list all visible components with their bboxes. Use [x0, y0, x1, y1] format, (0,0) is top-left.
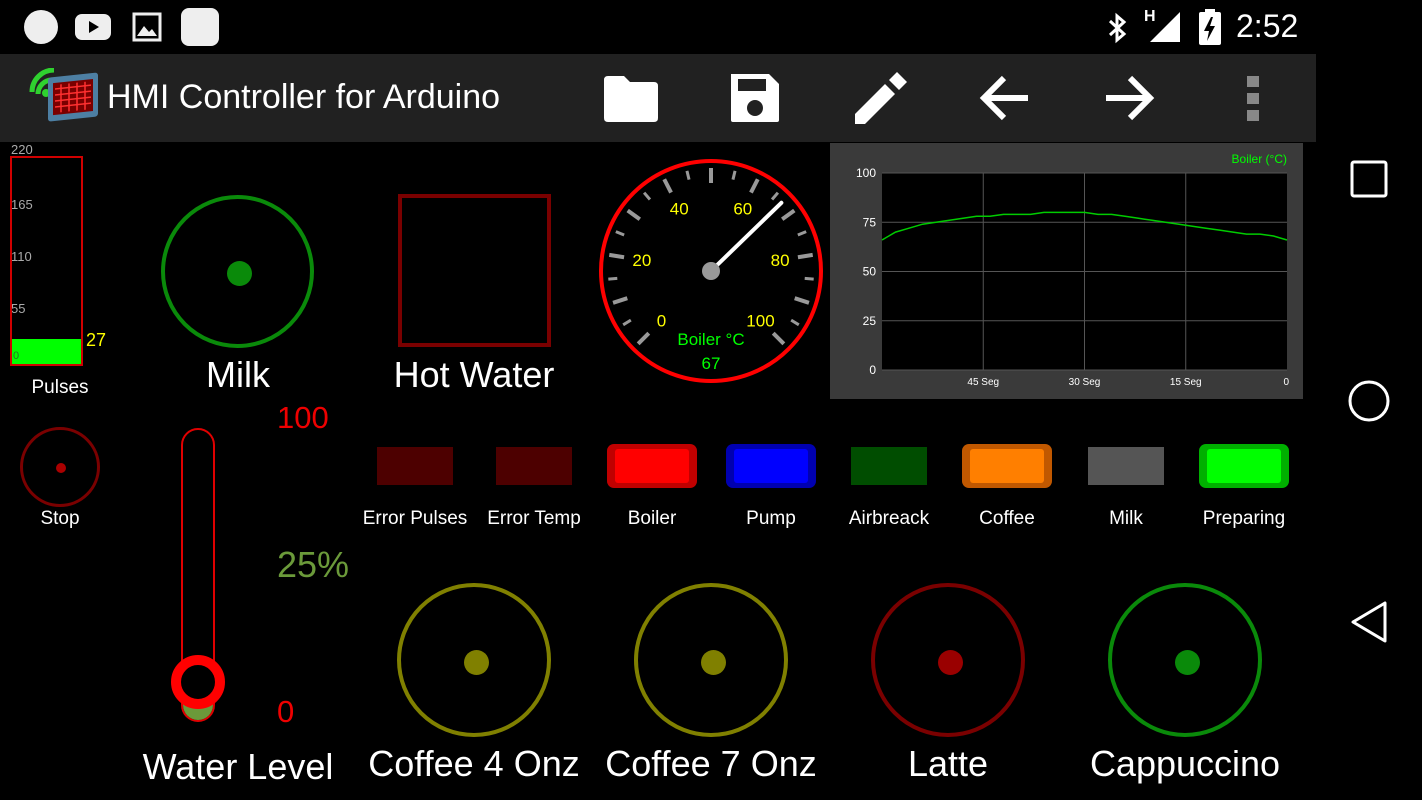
error-temp-lamp [496, 447, 572, 485]
boiler-lamp [607, 444, 697, 488]
gallery-icon [132, 12, 162, 42]
pulses-bar-widget: 220 165 110 55 0 27 Pulses [0, 142, 120, 402]
coffee-4oz-dot [464, 650, 489, 675]
chart-y-tick-label: 25 [863, 314, 877, 328]
gauge-tick [608, 252, 625, 260]
gauge-label: 60 [733, 200, 752, 219]
back-arrow-icon[interactable] [978, 74, 1032, 122]
pulses-value: 27 [86, 330, 107, 350]
coffee-label: Coffee [979, 508, 1035, 529]
forward-arrow-icon[interactable] [1102, 74, 1156, 122]
gauge-unit-label: Boiler °C [677, 330, 744, 349]
gauge-tick [685, 170, 691, 180]
chart-y-tick-label: 100 [856, 166, 876, 180]
milk-button-dot [227, 261, 252, 286]
gauge-value: 67 [702, 354, 721, 373]
latte-button[interactable] [871, 583, 1025, 737]
chart-x-tick-label: 45 Seg [967, 377, 999, 388]
boiler-chart: 100 75 50 25 0 45 Seg 30 Seg 15 Seg 0 Boiler (°… [830, 143, 1303, 399]
error-temp-label: Error Temp [487, 508, 581, 529]
coffee-7oz-button[interactable] [634, 583, 788, 737]
latte-dot [938, 650, 963, 675]
coffee-4oz-label: Coffee 4 Onz [368, 743, 580, 784]
system-nav-bar [1316, 0, 1422, 800]
cell-signal-icon [1150, 12, 1180, 42]
gauge-tick [804, 276, 814, 281]
gauge-label: 0 [657, 311, 666, 330]
app-bar: HMI Controller for Arduino [0, 54, 1316, 142]
water-level-percent: 25% [277, 544, 350, 585]
hot-water-label: Hot Water [393, 354, 555, 395]
more-vert-icon[interactable] [1244, 74, 1262, 122]
home-icon[interactable] [1347, 379, 1391, 423]
chart-y-tick-label: 75 [863, 215, 877, 229]
pump-label: Pump [746, 508, 796, 529]
back-icon[interactable] [1349, 600, 1389, 644]
coffee-4oz-button[interactable] [397, 583, 551, 737]
status-bar: H 2:52 [0, 0, 1316, 54]
clock: 2:52 [1236, 8, 1299, 44]
water-level-max: 100 [277, 400, 329, 435]
chart-x-tick-label: 15 Seg [1170, 377, 1202, 388]
notification-dot-icon [24, 10, 58, 44]
pulses-bar-frame [10, 156, 83, 366]
water-level-label: Water Level [142, 746, 334, 787]
hot-water-button[interactable] [398, 194, 551, 347]
stop-button-dot [56, 463, 66, 473]
pulses-tick-220: 220 [11, 142, 33, 157]
gauge-label: 80 [771, 251, 790, 270]
youtube-icon [75, 14, 111, 40]
stop-label: Stop [40, 508, 80, 529]
milk-indicator-label: Milk [1109, 508, 1143, 529]
gauge-tick [608, 276, 618, 281]
gauge-hub [702, 262, 720, 280]
pulses-tick-0: 0 [13, 350, 20, 362]
gauge-tick [797, 252, 814, 260]
cappuccino-dot [1175, 650, 1200, 675]
water-level-min: 0 [277, 694, 295, 729]
coffee-lamp [962, 444, 1052, 488]
pulses-label: Pulses [31, 377, 89, 398]
airbreack-label: Airbreack [848, 508, 930, 529]
save-icon[interactable] [727, 70, 783, 126]
chart-y-tick-label: 50 [863, 265, 877, 279]
gauge-label: 100 [746, 311, 774, 330]
gauge-label: 40 [670, 200, 689, 219]
milk-lamp [1088, 447, 1164, 485]
chart-x-tick-label: 0 [1283, 377, 1289, 388]
chart-x-tick-label: 30 Seg [1069, 377, 1101, 388]
app-logo-icon [29, 68, 98, 122]
coffee-7oz-label: Coffee 7 Onz [605, 743, 817, 784]
airbreack-lamp [851, 447, 927, 485]
cappuccino-button[interactable] [1108, 583, 1262, 737]
gauge-label: 20 [632, 251, 651, 270]
error-pulses-label: Error Pulses [362, 508, 468, 529]
boiler-gauge: 0 20 40 60 80 100 Boiler °C 67 [599, 159, 823, 383]
chart-legend: Boiler (°C) [1232, 152, 1287, 166]
pump-lamp [726, 444, 816, 488]
boiler-label: Boiler [627, 508, 677, 529]
cappuccino-label: Cappuccino [1089, 743, 1281, 784]
preparing-lamp [1199, 444, 1289, 488]
latte-label: Latte [907, 743, 989, 784]
bluetooth-icon [1108, 12, 1127, 44]
chart-y-tick-label: 0 [869, 363, 876, 377]
battery-charging-icon [1199, 9, 1221, 45]
coffee-7oz-dot [701, 650, 726, 675]
milk-button[interactable] [161, 195, 314, 348]
recents-icon[interactable] [1350, 160, 1388, 198]
water-level-slider-handle[interactable] [171, 655, 225, 710]
app-title: HMI Controller for Arduino [107, 78, 501, 116]
folder-icon[interactable] [602, 74, 660, 124]
milk-label: Milk [206, 354, 270, 395]
edit-icon[interactable] [851, 70, 909, 128]
gauge-tick [731, 170, 737, 180]
app-notification-icon [181, 8, 219, 46]
stop-button[interactable] [20, 427, 100, 507]
preparing-label: Preparing [1202, 508, 1286, 529]
pulses-bar-fill [12, 338, 81, 364]
error-pulses-lamp [377, 447, 453, 485]
